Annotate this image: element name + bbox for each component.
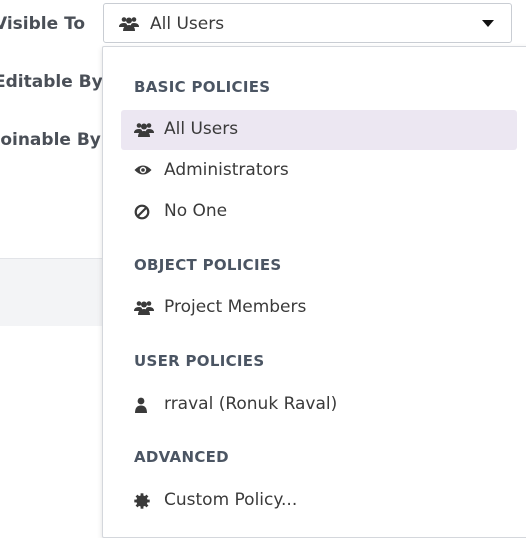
advanced-header: ADVANCED — [134, 448, 229, 466]
menu-item-label: All Users — [164, 119, 239, 139]
menu-item-all-users[interactable]: All Users — [121, 110, 517, 150]
menu-item-no-one[interactable]: No One — [121, 192, 517, 232]
menu-item-rraval[interactable]: rraval (Ronuk Raval) — [121, 385, 517, 425]
menu-item-custom-policy[interactable]: Custom Policy... — [121, 481, 517, 521]
menu-item-label: Custom Policy... — [164, 490, 298, 510]
selected-value: All Users — [150, 14, 225, 34]
visible-to-label: Visible To — [0, 14, 86, 34]
visible-to-select[interactable]: All Users — [103, 3, 512, 43]
user-icon — [134, 397, 152, 413]
basic-policies-header: BASIC POLICIES — [134, 78, 271, 96]
menu-item-label: Administrators — [164, 160, 289, 180]
eye-icon — [134, 163, 152, 179]
users-icon — [119, 16, 139, 31]
user-policies-header: USER POLICIES — [134, 352, 265, 370]
caret-down-icon — [482, 20, 494, 27]
users-icon — [134, 300, 154, 316]
joinable-by-label: Joinable By — [0, 130, 101, 150]
users-icon — [134, 122, 154, 138]
menu-item-label: Project Members — [164, 297, 307, 317]
menu-item-label: No One — [164, 201, 228, 221]
gear-icon — [134, 493, 152, 509]
menu-item-administrators[interactable]: Administrators — [121, 151, 517, 191]
object-policies-header: OBJECT POLICIES — [134, 256, 282, 274]
menu-item-project-members[interactable]: Project Members — [121, 288, 517, 328]
editable-by-label: Editable By — [0, 72, 103, 92]
menu-item-label: rraval (Ronuk Raval) — [164, 394, 338, 414]
ban-icon — [134, 204, 152, 220]
policy-dropdown-menu: BASIC POLICIES All Users Administrators — [102, 46, 526, 538]
